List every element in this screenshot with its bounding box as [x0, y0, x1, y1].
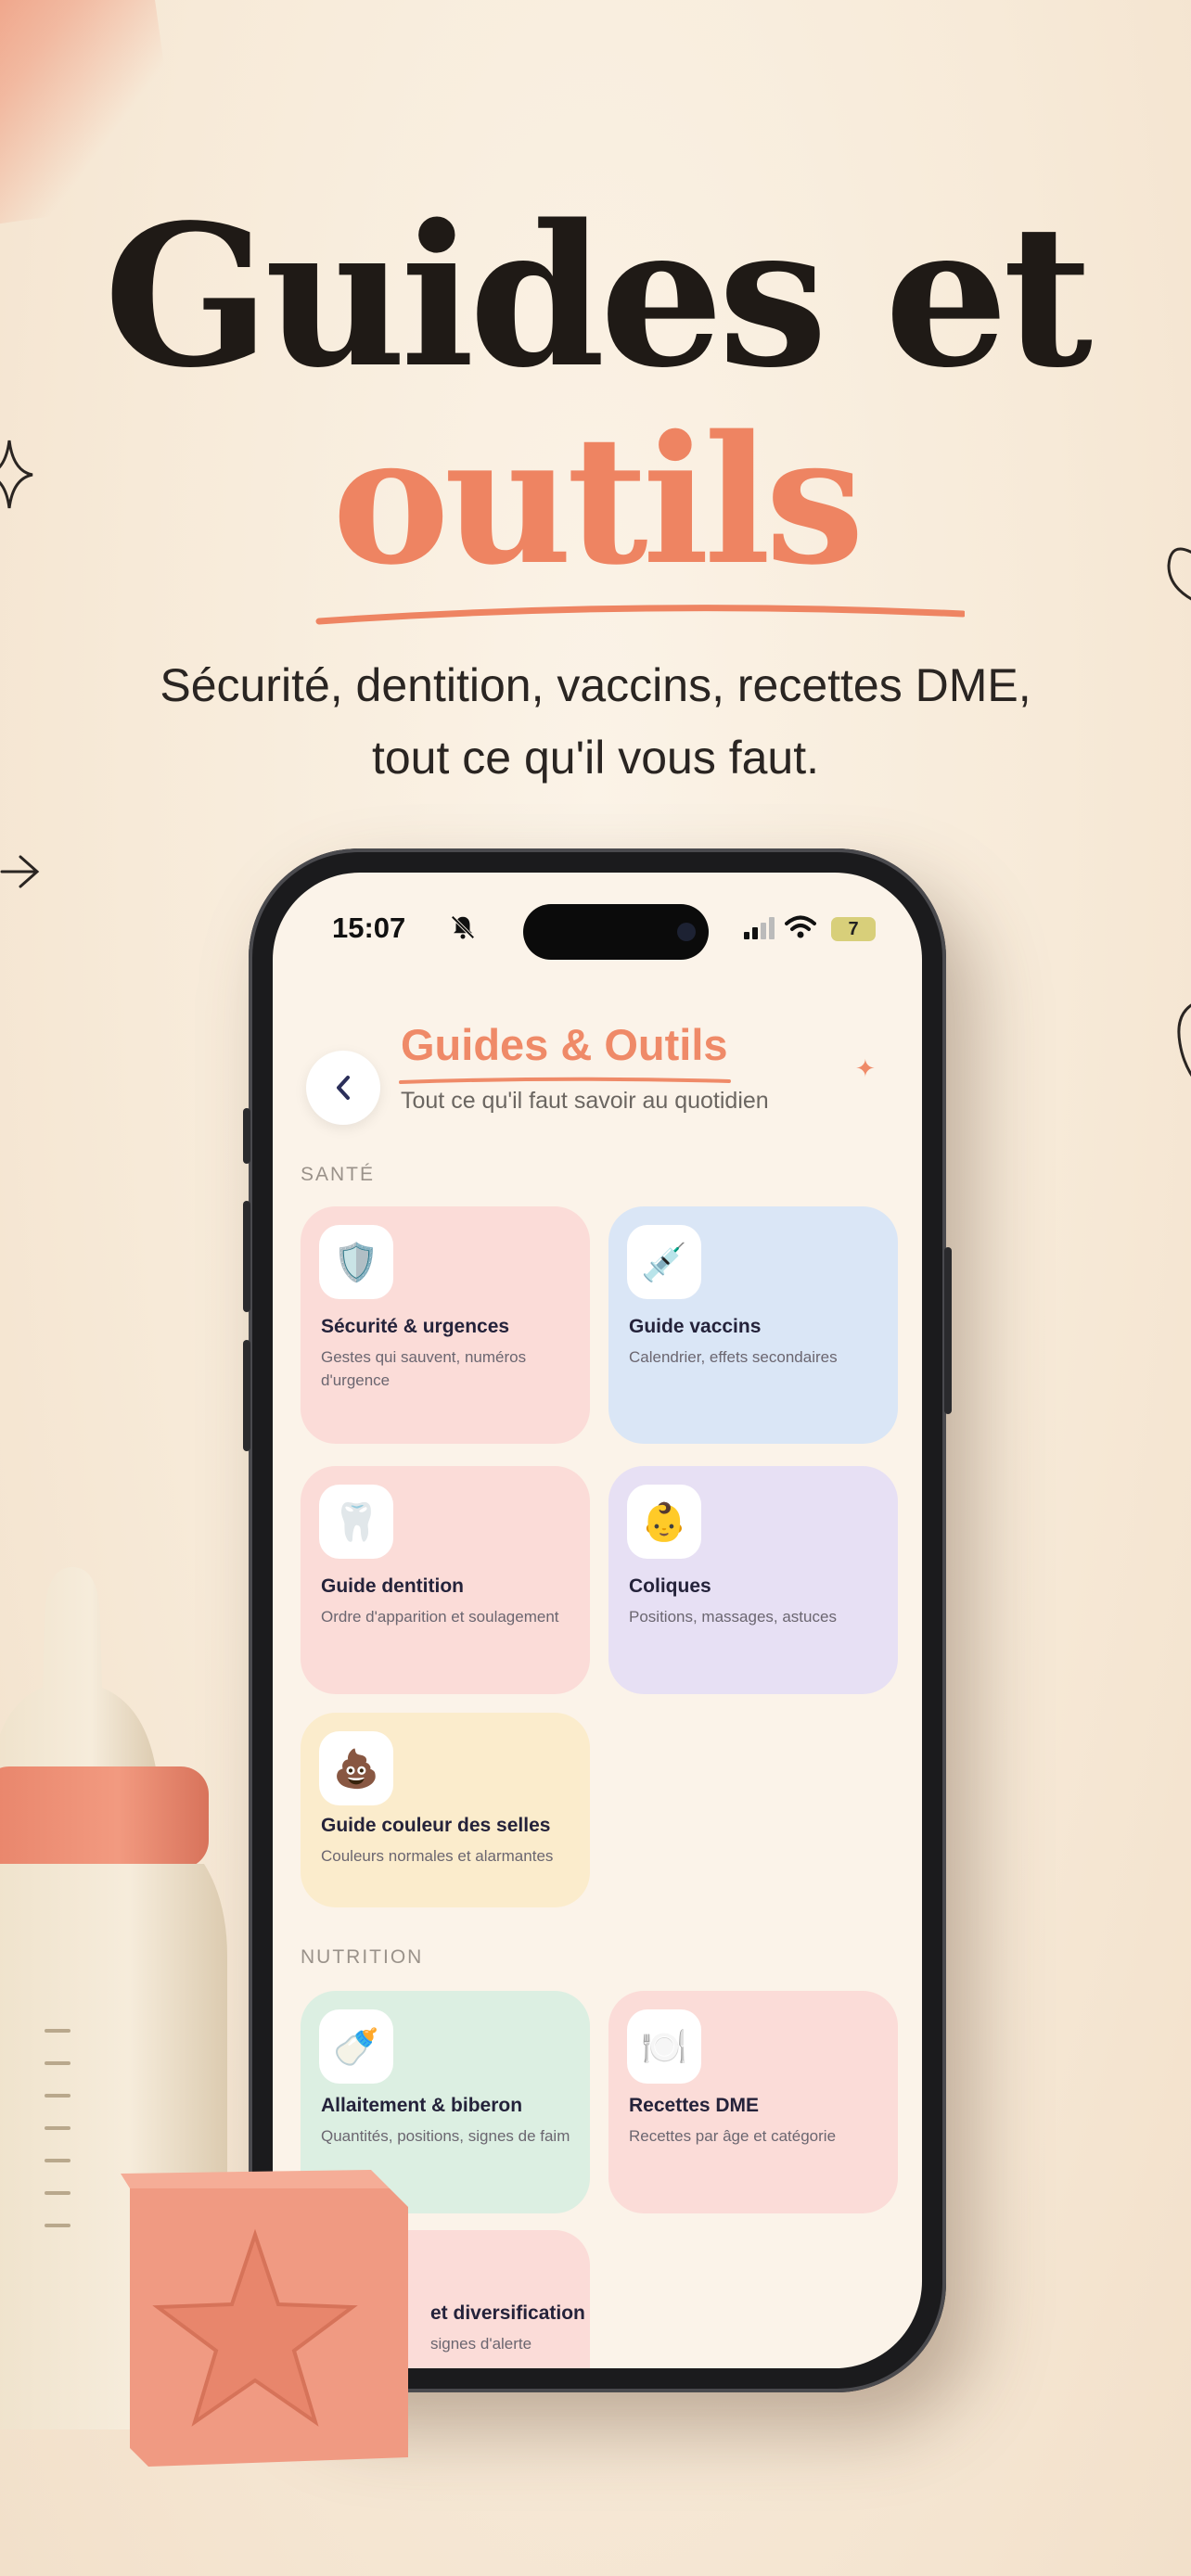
- card-description: Ordre d'apparition et soulagement: [321, 1608, 559, 1626]
- phone-volume-down: [243, 1340, 250, 1451]
- arrow-doodle: [0, 855, 40, 888]
- wifi-icon: [785, 915, 816, 938]
- chevron-left-icon: [337, 1076, 350, 1100]
- baby-bottle-icon: 🍼: [319, 2009, 393, 2084]
- status-time: 15:07: [332, 912, 406, 944]
- card-securite-urgences[interactable]: 🛡️ Sécurité & urgences Gestes qui sauven…: [301, 1206, 590, 1444]
- battery-indicator: 7: [831, 917, 876, 941]
- star-block-illustration: [121, 2170, 408, 2467]
- heart-doodle-2: [1177, 1003, 1191, 1078]
- card-title: Sécurité & urgences: [321, 1316, 510, 1337]
- card-title: Recettes DME: [629, 2095, 760, 2116]
- camera-icon: [677, 923, 696, 941]
- section-label-sante: SANTÉ: [301, 1164, 376, 1185]
- bell-slash-icon: [451, 915, 475, 939]
- poop-icon: 💩: [319, 1731, 393, 1805]
- card-description: Gestes qui sauvent, numéros d'urgence: [321, 1348, 527, 1389]
- card-guide-dentition[interactable]: 🦷 Guide dentition Ordre d'apparition et …: [301, 1466, 590, 1694]
- phone-volume-up: [243, 1201, 250, 1312]
- page-title: Guides & Outils: [401, 1020, 728, 1069]
- hero-subtitle: Sécurité, dentition, vaccins, recettes D…: [0, 649, 1191, 794]
- sparkle-icon: ✦: [855, 1054, 876, 1082]
- cellular-signal-icon: [744, 917, 775, 939]
- card-title: Guide vaccins: [629, 1316, 762, 1337]
- page-subtitle: Tout ce qu'il faut savoir au quotidien: [401, 1088, 769, 1114]
- phone-side-button: [243, 1108, 250, 1164]
- title-underline-stroke: [315, 605, 965, 625]
- card-title: et diversification: [430, 2302, 585, 2324]
- baby-icon: 👶: [627, 1485, 701, 1559]
- card-title: Coliques: [629, 1575, 711, 1597]
- card-description: Positions, massages, astuces: [629, 1608, 837, 1626]
- hero-title-line1: Guides et: [103, 182, 1093, 411]
- hero-subtitle-line2: tout ce qu'il vous faut.: [371, 732, 820, 784]
- card-description: Calendrier, effets secondaires: [629, 1348, 838, 1366]
- back-button[interactable]: [306, 1051, 380, 1125]
- dynamic-island: [523, 904, 709, 960]
- card-description: Couleurs normales et alarmantes: [321, 1847, 554, 1865]
- card-description: Quantités, positions, signes de faim: [321, 2127, 570, 2145]
- card-coliques[interactable]: 👶 Coliques Positions, massages, astuces: [608, 1466, 898, 1694]
- shield-icon: 🛡️: [319, 1225, 393, 1299]
- status-bar: 15:07 7: [273, 904, 922, 967]
- app-screen: 15:07 7 Guides & Outils Tout ce qu'il fa…: [273, 873, 922, 2368]
- card-guide-couleur-selles[interactable]: 💩 Guide couleur des selles Couleurs norm…: [301, 1713, 590, 1907]
- card-recettes-dme[interactable]: 🍽️ Recettes DME Recettes par âge et caté…: [608, 1991, 898, 2213]
- card-description: signes d'alerte: [430, 2335, 532, 2353]
- card-title: Allaitement & biberon: [321, 2095, 523, 2116]
- page-title-underline: [399, 1077, 731, 1084]
- hero-title-line2: outils: [332, 397, 864, 604]
- syringe-icon: 💉: [627, 1225, 701, 1299]
- hero-subtitle-line1: Sécurité, dentition, vaccins, recettes D…: [160, 659, 1031, 711]
- plate-icon: 🍽️: [627, 2009, 701, 2084]
- card-title: Guide dentition: [321, 1575, 464, 1597]
- card-title: Guide couleur des selles: [321, 1815, 551, 1836]
- tooth-icon: 🦷: [319, 1485, 393, 1559]
- card-description: Recettes par âge et catégorie: [629, 2127, 837, 2145]
- section-label-nutrition: NUTRITION: [301, 1946, 424, 1968]
- card-guide-vaccins[interactable]: 💉 Guide vaccins Calendrier, effets secon…: [608, 1206, 898, 1444]
- phone-power-button: [944, 1247, 952, 1414]
